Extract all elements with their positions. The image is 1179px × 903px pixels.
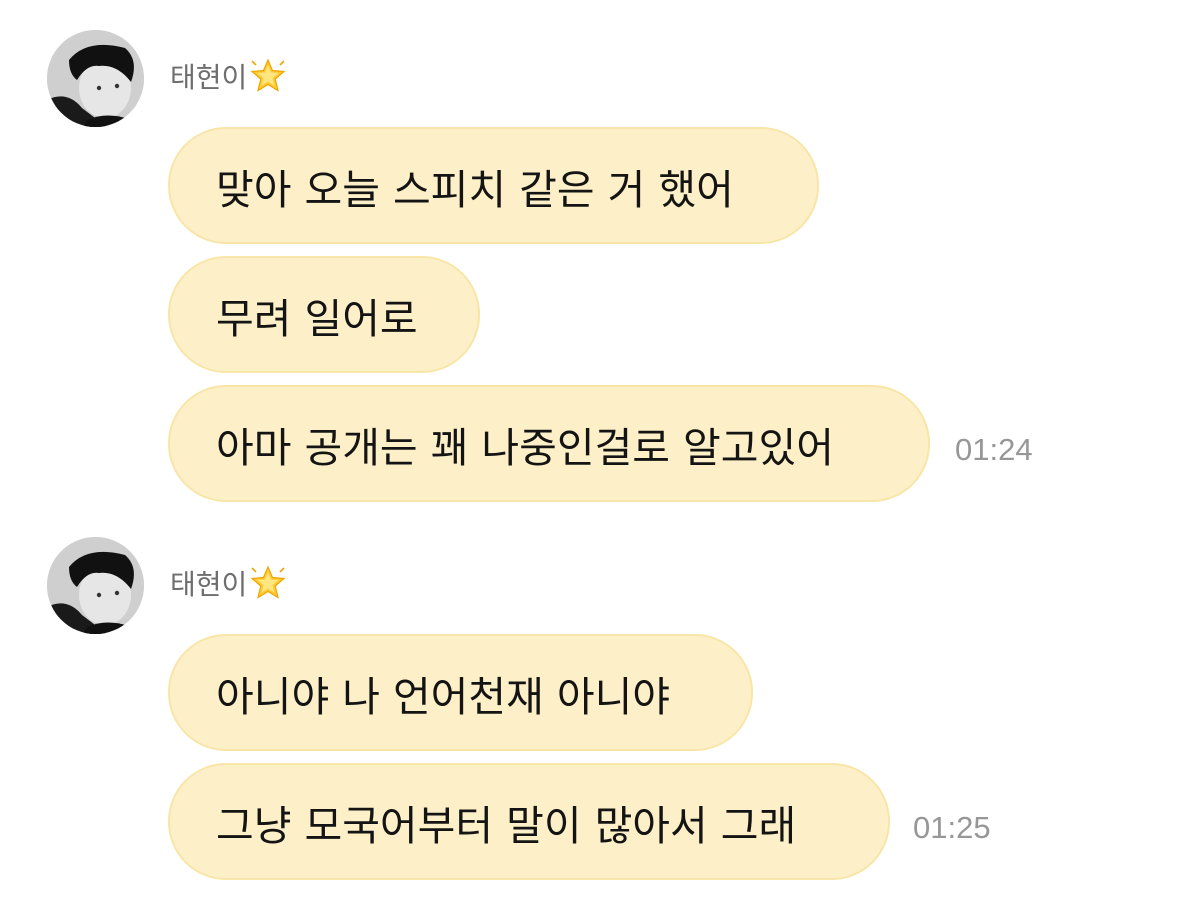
message-timestamp: 01:25 bbox=[913, 810, 991, 845]
sender-name: 태현이 bbox=[170, 58, 287, 94]
message-text: 맞아 오늘 스피치 같은 거 했어 bbox=[216, 165, 734, 214]
message-text: 아마 공개는 꽤 나중인걸로 알고있어 bbox=[216, 423, 834, 472]
message-timestamp: 01:24 bbox=[955, 432, 1033, 467]
glowing-star-icon bbox=[249, 57, 287, 95]
profile-photo bbox=[47, 30, 144, 127]
sender-label: 태현이 bbox=[170, 568, 248, 601]
message-bubble[interactable]: 그냥 모국어부터 말이 많아서 그래 bbox=[168, 763, 890, 880]
message-bubble[interactable]: 아마 공개는 꽤 나중인걸로 알고있어 bbox=[168, 385, 930, 502]
sender-name: 태현이 bbox=[170, 565, 287, 601]
sender-label: 태현이 bbox=[170, 61, 248, 94]
message-text: 아니야 나 언어천재 아니야 bbox=[216, 672, 671, 721]
message-bubble[interactable]: 아니야 나 언어천재 아니야 bbox=[168, 634, 753, 751]
profile-photo bbox=[47, 537, 144, 634]
message-text: 그냥 모국어부터 말이 많아서 그래 bbox=[216, 801, 797, 850]
message-text: 무려 일어로 bbox=[216, 294, 418, 343]
message-bubble[interactable]: 무려 일어로 bbox=[168, 256, 480, 373]
avatar[interactable] bbox=[47, 30, 144, 127]
glowing-star-icon bbox=[249, 564, 287, 602]
avatar[interactable] bbox=[47, 537, 144, 634]
message-bubble[interactable]: 맞아 오늘 스피치 같은 거 했어 bbox=[168, 127, 819, 244]
